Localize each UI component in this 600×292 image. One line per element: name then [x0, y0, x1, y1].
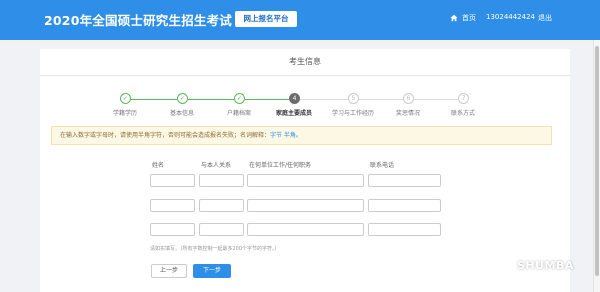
home-icon: [450, 14, 458, 22]
family-phone-input-1[interactable]: [368, 174, 441, 187]
step-7-marker: 7: [458, 93, 469, 104]
step-connector: [188, 99, 234, 100]
step-4-marker: 4: [289, 93, 300, 104]
step-7-label: 联系方式: [450, 110, 475, 117]
step-1-marker: ✓: [120, 93, 131, 104]
page-scrollbar[interactable]: [593, 40, 600, 292]
family-name-input-3[interactable]: [150, 223, 195, 236]
notice-glossary-link[interactable]: 字节 半角。: [270, 132, 302, 139]
step-2-marker: ✓: [177, 93, 188, 104]
system-title: 2020年全国硕士研究生招生考试: [44, 13, 232, 28]
top-header-bar: 2020年全国硕士研究生招生考试 网上报名平台 首页 13024442424 退…: [0, 0, 600, 40]
column-header-relation: 与本人关系: [201, 162, 232, 169]
family-relation-input-3[interactable]: [199, 223, 244, 236]
column-header-name: 姓名: [152, 162, 165, 169]
scrollbar-thumb[interactable]: [595, 46, 599, 276]
step-connector: [414, 99, 458, 100]
step-5-marker: 5: [348, 93, 359, 104]
watermark: SHUMBA: [498, 258, 574, 273]
family-relation-input-1[interactable]: [199, 174, 244, 187]
step-connector: [359, 99, 403, 100]
logout-link[interactable]: 退出: [538, 13, 552, 23]
family-relation-input-2[interactable]: [199, 199, 244, 212]
step-connector: [245, 99, 289, 100]
step-connector: [300, 99, 348, 100]
home-label: 首页: [462, 14, 476, 22]
family-name-input-2[interactable]: [150, 199, 195, 212]
user-phone: 13024442424: [486, 13, 535, 21]
step-3-marker: ✓: [234, 93, 245, 104]
candidate-info-card: 考生信息 ✓ 学籍学历 ✓ 基本信息 ✓ 户籍档案 4 家庭主要成员 5 学习与…: [40, 49, 570, 292]
step-connector: [131, 99, 177, 100]
column-header-employer: 在何单位工作/任何职务: [249, 162, 312, 169]
column-header-phone: 联系电话: [370, 162, 395, 169]
watermark-text: SHUMBA: [517, 259, 574, 272]
family-phone-input-3[interactable]: [368, 223, 441, 236]
family-phone-input-2[interactable]: [368, 199, 441, 212]
family-employer-input-3[interactable]: [247, 223, 364, 236]
progress-steps: ✓ 学籍学历 ✓ 基本信息 ✓ 户籍档案 4 家庭主要成员 5 学习与工作经历 …: [40, 49, 570, 129]
wechat-icon: [498, 258, 514, 273]
platform-badge: 网上报名平台: [235, 11, 297, 27]
notice-text: 在输入数字或字母时，请使用半角字符，否则可能会造成报名失败；名词解释：: [60, 132, 271, 139]
form-footnote: 请如实填写。（所有字数控制一起最多200个字节的字符。）: [150, 246, 280, 252]
next-step-button[interactable]: 下一步: [193, 264, 231, 278]
family-name-input-1[interactable]: [150, 174, 195, 187]
previous-step-button[interactable]: 上一步: [151, 264, 187, 278]
input-notice: 在输入数字或字母时，请使用半角字符，否则可能会造成报名失败；名词解释：字节 半角…: [51, 126, 552, 145]
family-employer-input-2[interactable]: [247, 199, 364, 212]
home-link[interactable]: 首页: [450, 13, 476, 23]
family-employer-input-1[interactable]: [247, 174, 364, 187]
step-6-marker: 6: [403, 93, 414, 104]
